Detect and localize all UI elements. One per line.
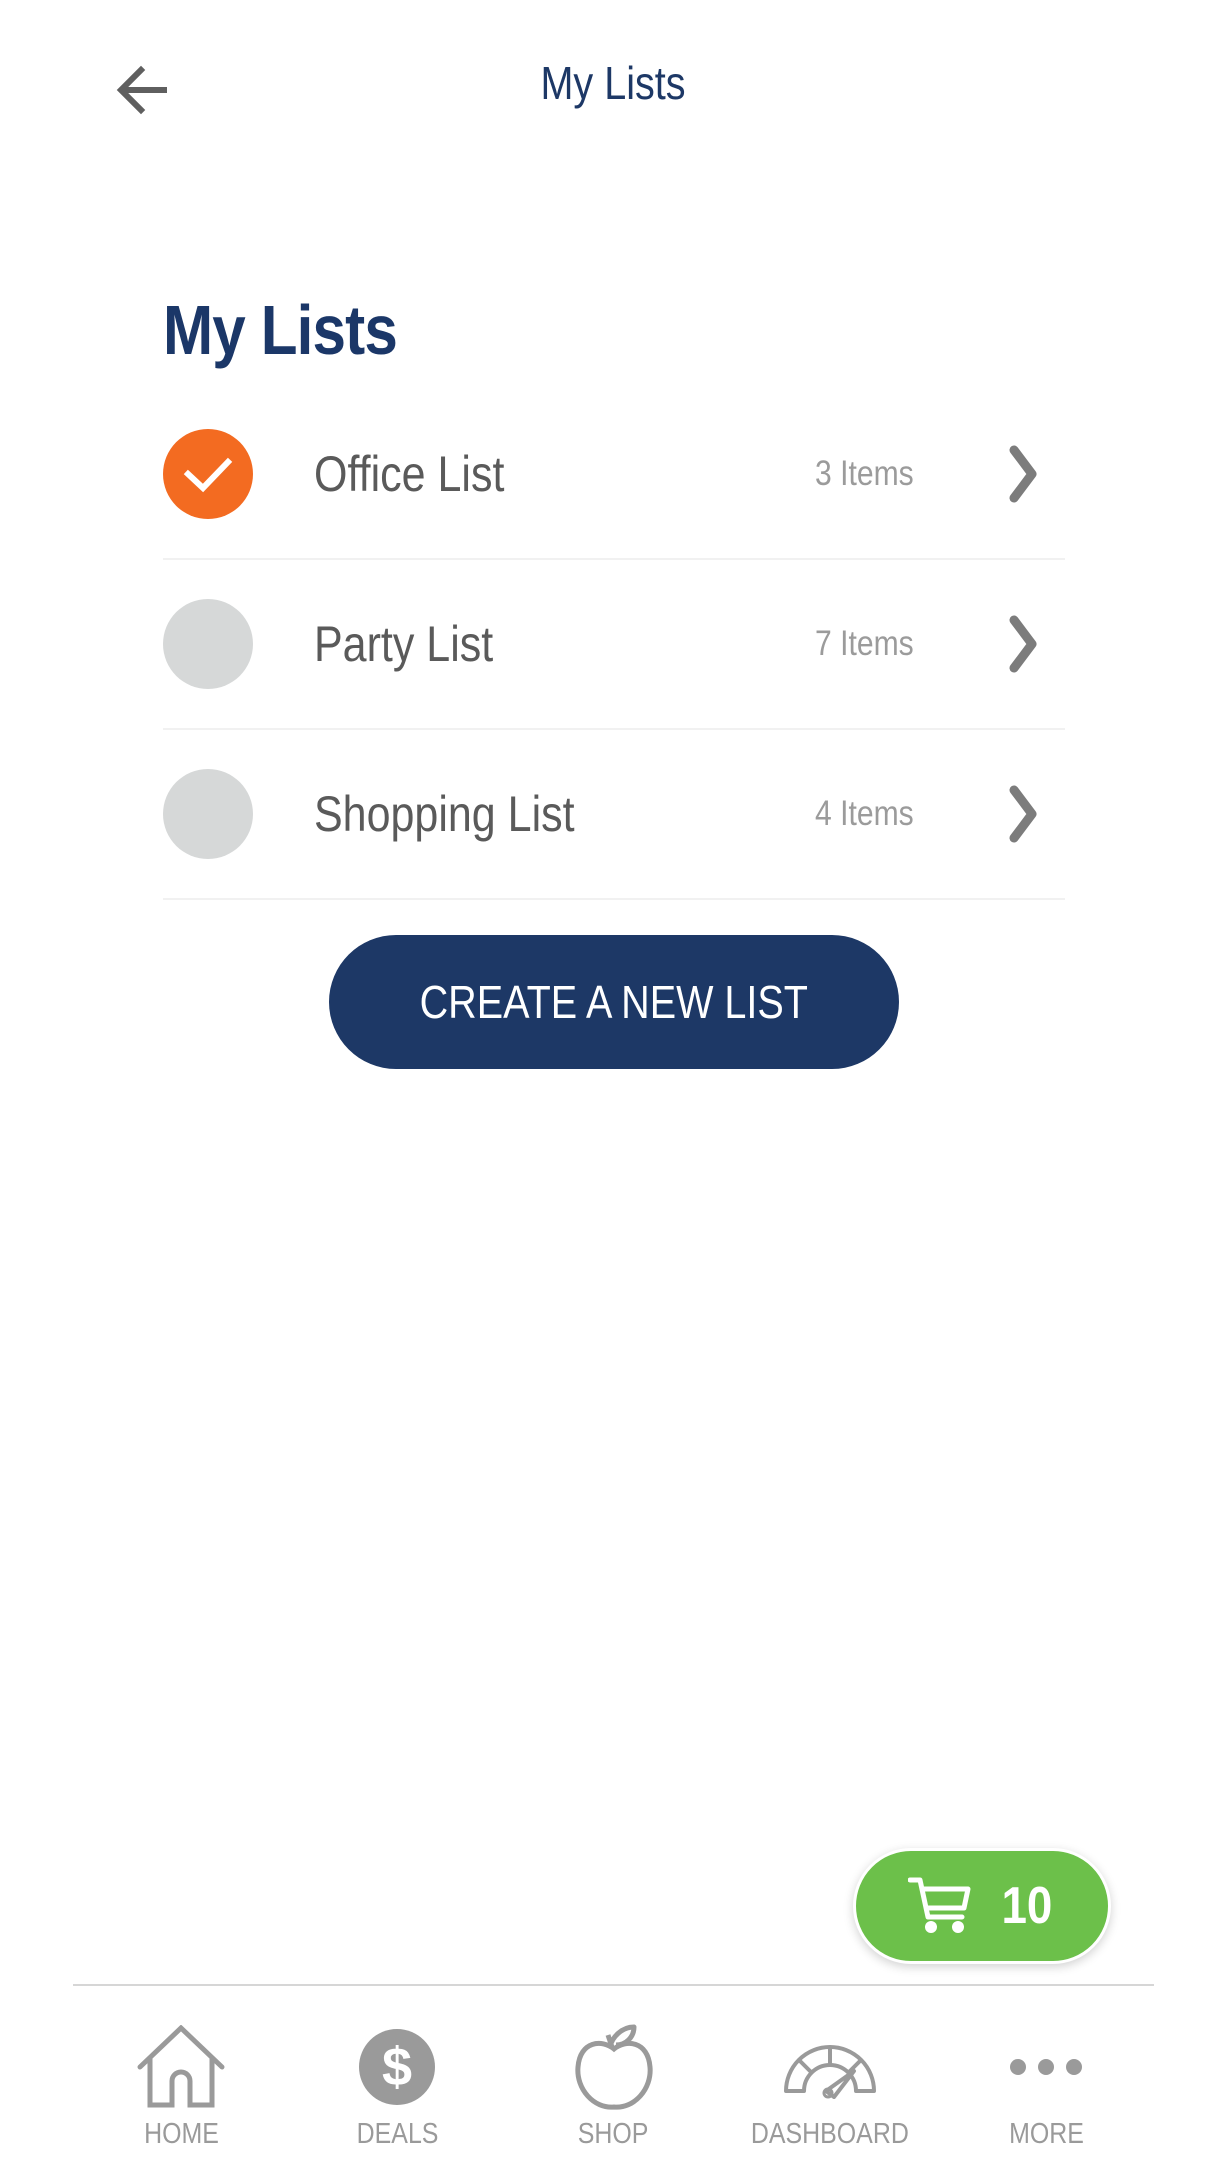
speedometer-icon — [780, 2022, 880, 2112]
cart-button[interactable]: 10 — [853, 1848, 1111, 1964]
bottom-nav: HOME $ DEALS SHOP DASHBOARD MORE — [73, 2010, 1154, 2181]
nav-item-home[interactable]: HOME — [73, 2010, 289, 2181]
nav-item-shop[interactable]: SHOP — [506, 2010, 722, 2181]
nav-label: DEALS — [356, 2118, 439, 2150]
nav-divider — [73, 1984, 1154, 1986]
selection-radio-checked[interactable] — [163, 429, 253, 519]
svg-text:$: $ — [382, 2037, 412, 2097]
nav-item-more[interactable]: MORE — [938, 2010, 1154, 2181]
list-item-count: 7 Items — [815, 624, 914, 663]
nav-label: HOME — [143, 2118, 219, 2150]
chevron-right-icon[interactable] — [1003, 609, 1043, 679]
list-item-count: 3 Items — [815, 454, 914, 493]
home-icon — [131, 2022, 231, 2112]
more-dots-icon — [996, 2022, 1096, 2112]
apple-icon — [564, 2022, 664, 2112]
list-item-shopping[interactable]: Shopping List 4 Items — [163, 730, 1065, 900]
create-new-list-label: CREATE A NEW LIST — [419, 976, 809, 1028]
page-title: My Lists — [163, 291, 398, 369]
selection-radio[interactable] — [163, 769, 253, 859]
header-title: My Lists — [540, 57, 686, 109]
lists-container: Office List 3 Items Party List 7 Items S… — [163, 390, 1065, 900]
dollar-circle-icon: $ — [347, 2022, 447, 2112]
nav-label: MORE — [1008, 2118, 1084, 2150]
list-name: Shopping List — [314, 786, 575, 842]
nav-item-deals[interactable]: $ DEALS — [289, 2010, 505, 2181]
list-item-office[interactable]: Office List 3 Items — [163, 390, 1065, 560]
chevron-right-icon[interactable] — [1003, 779, 1043, 849]
list-item-count: 4 Items — [815, 794, 914, 833]
cart-count: 10 — [1001, 1877, 1053, 1935]
selection-radio[interactable] — [163, 599, 253, 689]
chevron-right-icon[interactable] — [1003, 439, 1043, 509]
list-name: Office List — [314, 446, 505, 502]
checkmark-icon — [183, 457, 233, 493]
list-name: Party List — [314, 616, 494, 672]
shopping-cart-icon — [908, 1877, 971, 1933]
create-new-list-button[interactable]: CREATE A NEW LIST — [329, 935, 899, 1069]
nav-label: DASHBOARD — [750, 2118, 909, 2150]
list-item-party[interactable]: Party List 7 Items — [163, 560, 1065, 730]
nav-label: SHOP — [578, 2118, 649, 2150]
nav-item-dashboard[interactable]: DASHBOARD — [722, 2010, 938, 2181]
